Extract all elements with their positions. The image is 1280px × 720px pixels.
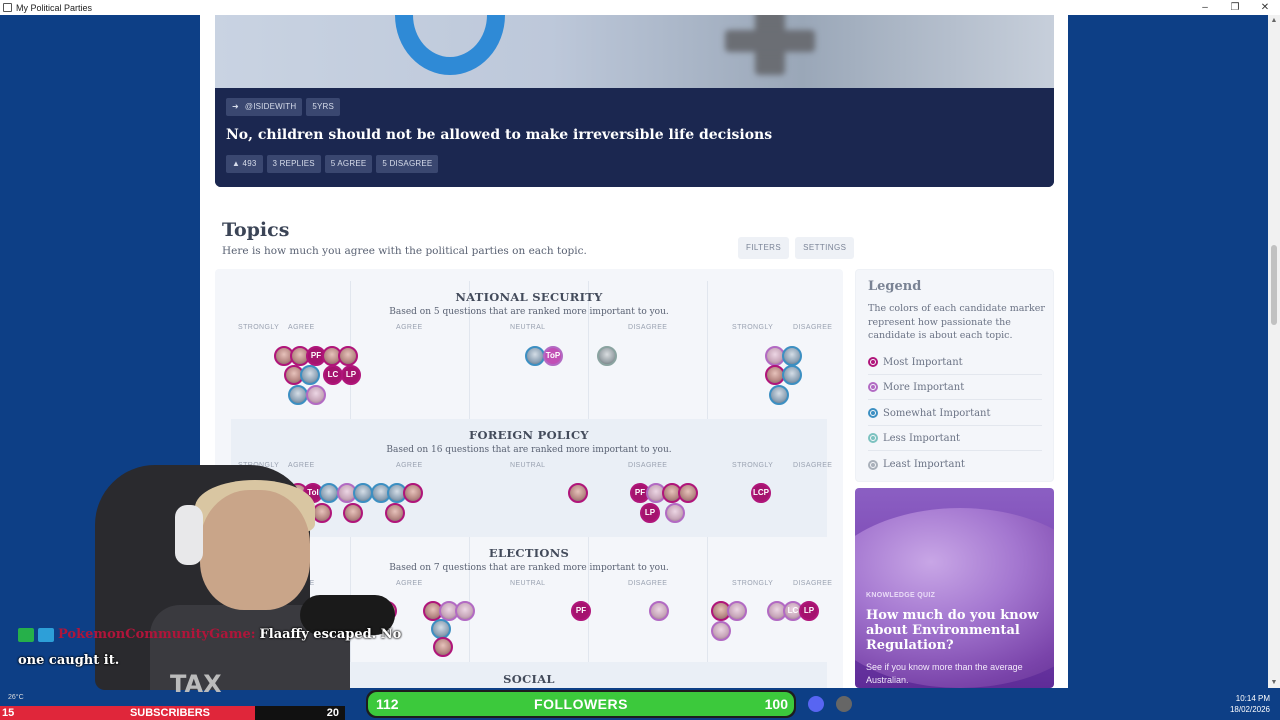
followers-goal-bar: 112 FOLLOWERS 100 [366, 690, 796, 718]
legend-panel: Legend The colors of each candidate mark… [855, 269, 1054, 482]
legend-item-less-important: Less Important [868, 426, 1042, 451]
candidate-marker[interactable] [649, 601, 669, 621]
candidate-marker[interactable] [288, 385, 308, 405]
featured-post-card[interactable]: ➜ @ISIDEWITH 5YRS No, children should no… [215, 15, 1054, 187]
candidate-marker[interactable] [300, 365, 320, 385]
topic-name: FOREIGN POLICY [469, 428, 589, 442]
candidate-marker[interactable] [306, 385, 326, 405]
discord-icon[interactable] [808, 696, 824, 712]
topics-toolbar: FILTERS SETTINGS [738, 237, 855, 259]
disagree-button[interactable]: 5 DISAGREE [376, 155, 439, 173]
system-clock[interactable]: 10:14 PM 18/02/2026 [1222, 693, 1270, 715]
agree-button[interactable]: 5 AGREE [324, 155, 373, 173]
candidate-marker[interactable]: LP [640, 503, 660, 523]
app-icon [3, 3, 12, 12]
post-age-chip: 5YRS [306, 98, 341, 116]
upvote-button[interactable]: ▲ 493 [226, 155, 263, 173]
importance-dot-icon [868, 433, 878, 443]
legend-item-most-important: Most Important [868, 350, 1042, 375]
candidate-marker[interactable] [727, 601, 747, 621]
chat-badge-icon [38, 627, 54, 642]
importance-dot-icon [868, 357, 878, 367]
subscribers-label: SUBSCRIBERS [129, 707, 211, 719]
topic-basis: Based on 5 questions that are ranked mor… [389, 307, 669, 317]
importance-dot-icon [868, 382, 878, 392]
app-tray-icon[interactable] [836, 696, 852, 712]
replies-button[interactable]: 3 REPLIES [266, 155, 321, 173]
candidate-marker[interactable] [597, 346, 617, 366]
candidate-marker[interactable] [665, 503, 685, 523]
window-titlebar: My Political Parties – ❐ ✕ [0, 0, 1280, 15]
close-button[interactable]: ✕ [1250, 0, 1280, 15]
page-scrollbar[interactable]: ▲ ▼ [1268, 15, 1280, 688]
candidate-marker[interactable] [782, 365, 802, 385]
agreement-scale: STRONGLY AGREE AGREE NEUTRAL DISAGREE ST… [238, 324, 833, 331]
post-source-chip[interactable]: ➜ @ISIDEWITH [226, 98, 303, 116]
topic-basis: Based on 16 questions that are ranked mo… [386, 445, 672, 455]
quiz-description: See if you know more than the average Au… [866, 662, 1023, 685]
knowledge-quiz-card[interactable]: KNOWLEDGE QUIZ How much do you know abou… [855, 488, 1054, 688]
share-arrow-icon: ➜ [232, 102, 239, 111]
window-title: My Political Parties [16, 2, 93, 13]
filters-button[interactable]: FILTERS [738, 237, 790, 259]
candidate-marker[interactable] [678, 483, 698, 503]
subscribers-goal-bar: 15 SUBSCRIBERS 20 [0, 706, 345, 720]
followers-label: FOLLOWERS [534, 696, 628, 712]
chat-text: Flaaffy escaped. No [259, 627, 402, 642]
chat-username: PokemonCommunityGame: [58, 627, 256, 642]
importance-dot-icon [868, 408, 878, 418]
candidate-marker[interactable]: LC [323, 365, 343, 385]
scroll-up-icon[interactable]: ▲ [1268, 17, 1280, 24]
post-stats: ▲ 493 3 REPLIES 5 AGREE 5 DISAGREE [226, 155, 439, 173]
candidate-marker[interactable] [769, 385, 789, 405]
post-headline[interactable]: No, children should not be allowed to ma… [226, 127, 772, 143]
candidate-marker[interactable] [338, 346, 358, 366]
legend-title: Legend [868, 279, 922, 294]
subscribers-goal: 20 [326, 707, 339, 719]
minimize-button[interactable]: – [1190, 0, 1220, 15]
legend-item-more-important: More Important [868, 375, 1042, 400]
quiz-title[interactable]: How much do you know about Environmental… [866, 608, 1046, 653]
topics-subtitle: Here is how much you agree with the poli… [222, 245, 587, 257]
importance-dot-icon [868, 459, 878, 470]
topics-heading: Topics [222, 219, 290, 241]
candidate-marker[interactable]: LCP [751, 483, 771, 503]
legend-item-least-important: Least Important [868, 452, 1042, 477]
weather-temperature: 26°C [8, 694, 24, 701]
candidate-marker[interactable] [711, 621, 731, 641]
window-controls: – ❐ ✕ [1190, 0, 1280, 15]
topic-national-security[interactable]: NATIONAL SECURITY Based on 5 questions t… [231, 269, 833, 419]
legend-description: The colors of each candidate marker repr… [868, 303, 1045, 341]
candidate-marker[interactable]: LP [799, 601, 819, 621]
followers-goal: 100 [764, 696, 788, 712]
candidate-marker[interactable] [782, 346, 802, 366]
post-image [215, 15, 1054, 88]
scrollbar-thumb[interactable] [1271, 245, 1277, 325]
candidate-marker[interactable]: LP [341, 365, 361, 385]
legend-item-somewhat-important: Somewhat Important [868, 401, 1042, 426]
system-tray [808, 696, 852, 712]
shirt-logo: TAX [170, 670, 222, 698]
settings-button[interactable]: SETTINGS [795, 237, 855, 259]
candidate-marker[interactable] [568, 483, 588, 503]
candidate-marker[interactable]: ToP [543, 346, 563, 366]
candidate-marker[interactable]: PF [571, 601, 591, 621]
scroll-down-icon[interactable]: ▼ [1268, 679, 1280, 686]
chat-message-continued: one caught it. [18, 653, 120, 668]
maximize-button[interactable]: ❐ [1220, 0, 1250, 15]
quiz-kicker: KNOWLEDGE QUIZ [866, 592, 936, 599]
chat-message: PokemonCommunityGame: Flaaffy escaped. N… [18, 627, 401, 642]
chat-badge-icon [18, 627, 34, 642]
topic-name: NATIONAL SECURITY [455, 290, 603, 304]
candidate-marker[interactable] [525, 346, 545, 366]
post-meta: ➜ @ISIDEWITH 5YRS [226, 98, 341, 116]
